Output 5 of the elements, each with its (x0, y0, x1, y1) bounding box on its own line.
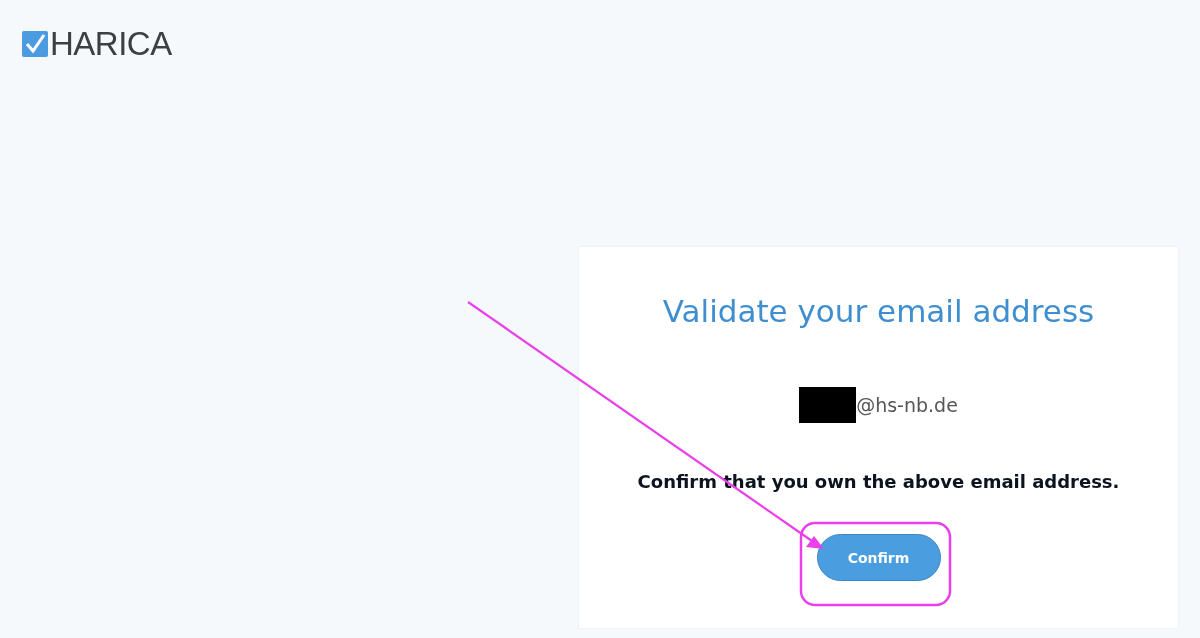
email-address: @hs-nb.de (856, 394, 958, 416)
card-title: Validate your email address (662, 293, 1095, 329)
logo-text: HARICA (50, 30, 172, 57)
confirm-button[interactable]: Confirm (816, 534, 941, 581)
checkbox-icon (22, 30, 48, 57)
